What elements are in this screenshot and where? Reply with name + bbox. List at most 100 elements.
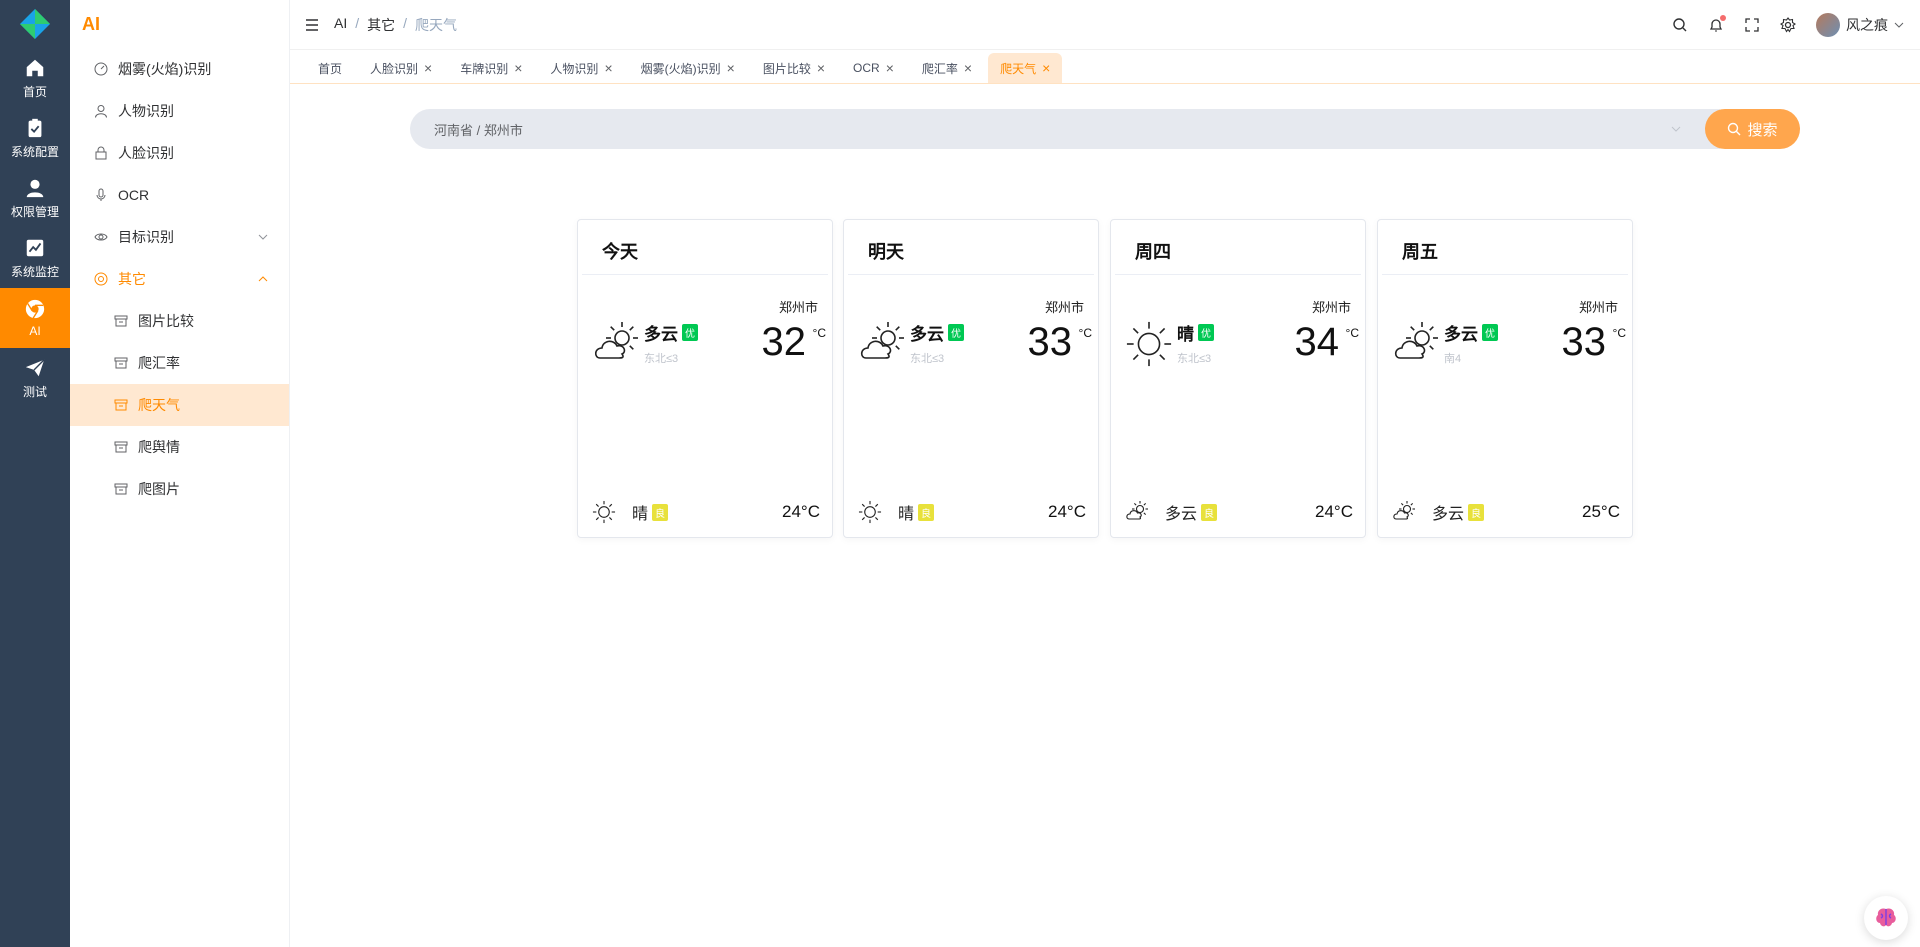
tag-smoke[interactable]: 烟雾(火焰)识别 × <box>629 53 747 83</box>
rail-label: 系统配置 <box>10 144 59 159</box>
sidebar-item-person[interactable]: 人物识别 <box>70 90 289 132</box>
partly-cloudy-icon <box>858 320 906 368</box>
close-icon[interactable]: × <box>964 60 972 76</box>
low-temperature: 24°C <box>782 502 820 521</box>
sidebar-item-label: 爬汇率 <box>138 355 180 371</box>
card-night-row: 多云 良 24°C <box>1125 500 1353 524</box>
card-title: 明天 <box>868 242 904 262</box>
close-icon[interactable]: × <box>424 60 432 76</box>
sun-icon <box>592 500 616 524</box>
chart-icon <box>26 239 44 256</box>
left-rail: 首页 系统配置 权限管理 系统监控 AI 测试 <box>0 0 70 947</box>
sidebar: AI 烟雾(火焰)识别 人物识别 人脸识别 OCR 目标识别 其它 图片比较 爬… <box>70 0 290 947</box>
tag-label: 烟雾(火焰)识别 <box>640 61 721 76</box>
assistant-float-button[interactable] <box>1864 896 1908 940</box>
close-icon[interactable]: × <box>604 60 612 76</box>
sidebar-item-target[interactable]: 目标识别 <box>70 216 289 258</box>
fullscreen-icon[interactable] <box>1744 17 1760 33</box>
rail-item-system-config[interactable]: 系统配置 <box>0 108 70 168</box>
gear-icon[interactable] <box>1780 17 1796 33</box>
breadcrumb-separator: / <box>355 14 360 31</box>
close-icon[interactable]: × <box>1042 60 1050 76</box>
sidebar-item-label: 烟雾(火焰)识别 <box>118 61 212 77</box>
card-night-row: 晴 良 24°C <box>858 500 1086 524</box>
rail-item-home[interactable]: 首页 <box>0 48 70 108</box>
city-search: 河南省 / 郑州市 搜索 <box>410 109 1800 149</box>
low-temperature: 24°C <box>1048 502 1086 521</box>
sidebar-sub-exchange-rate[interactable]: 爬汇率 <box>70 342 289 384</box>
search-button[interactable]: 搜索 <box>1705 109 1800 149</box>
card-title: 周五 <box>1402 242 1438 262</box>
weather-desc: 多云 <box>1444 325 1478 344</box>
sidebar-sub-images[interactable]: 爬图片 <box>70 468 289 510</box>
chevron-down-icon <box>1671 126 1681 132</box>
close-icon[interactable]: × <box>727 60 735 76</box>
night-weather-desc: 多云 <box>1432 506 1465 523</box>
card-divider <box>848 274 1094 275</box>
tag-label: 爬汇率 <box>921 61 958 76</box>
temperature-unit: °C <box>1078 326 1092 340</box>
partly-cloudy-icon <box>1392 500 1416 524</box>
city-select[interactable]: 河南省 / 郑州市 <box>410 109 1720 149</box>
rail-label: 系统监控 <box>10 264 59 279</box>
sidebar-item-smoke[interactable]: 烟雾(火焰)识别 <box>70 48 289 90</box>
notification-dot <box>1720 15 1726 21</box>
clipboard-icon <box>28 118 42 137</box>
close-icon[interactable]: × <box>886 60 894 76</box>
sun-icon <box>1125 320 1173 368</box>
card-city: 郑州市 <box>778 300 818 315</box>
tag-face[interactable]: 人脸识别 × <box>358 53 444 83</box>
chevron-down-icon <box>1894 22 1904 28</box>
aqi-badge: 良 <box>1201 503 1218 521</box>
rail-item-ai[interactable]: AI <box>0 288 70 348</box>
sidebar-item-label: OCR <box>118 187 150 203</box>
close-icon[interactable]: × <box>817 60 825 76</box>
close-icon[interactable]: × <box>514 60 522 76</box>
card-temperature: 33 <box>1561 320 1607 364</box>
chevron-up-icon <box>258 276 268 282</box>
tag-home[interactable]: 首页 <box>306 53 354 83</box>
partly-cloudy-icon <box>592 320 640 368</box>
breadcrumb-item[interactable]: AI <box>334 15 347 35</box>
tag-plate[interactable]: 车牌识别 × <box>448 53 534 83</box>
sidebar-sub-weather[interactable]: 爬天气 <box>70 384 289 426</box>
sidebar-title: AI <box>82 13 100 34</box>
temperature-unit: °C <box>1345 326 1359 340</box>
tag-exchange-rate[interactable]: 爬汇率 × <box>910 53 984 83</box>
sidebar-item-other[interactable]: 其它 <box>70 258 289 300</box>
bell-icon[interactable] <box>1708 15 1726 33</box>
sidebar-item-ocr[interactable]: OCR <box>70 174 289 216</box>
breadcrumb-item[interactable]: 其它 <box>367 15 395 35</box>
sidebar-item-label: 图片比较 <box>138 313 194 329</box>
weather-card: 周五 郑州市 多云 优 南4 33 °C 多云 良 25°C <box>1377 219 1633 538</box>
sidebar-item-label: 爬图片 <box>138 481 180 497</box>
chrome-icon <box>94 272 108 286</box>
night-weather-desc: 多云 <box>1165 506 1198 523</box>
tag-image-compare[interactable]: 图片比较 × <box>751 53 837 83</box>
user-menu[interactable]: 风之痕 <box>1816 13 1904 37</box>
tag-weather[interactable]: 爬天气 × <box>988 53 1063 83</box>
logo <box>0 0 70 48</box>
rail-item-test[interactable]: 测试 <box>0 348 70 408</box>
header: AI / 其它 / 爬天气 风之痕 <box>290 0 1920 50</box>
card-temperature: 32 <box>761 320 807 364</box>
sidebar-sub-image-compare[interactable]: 图片比较 <box>70 300 289 342</box>
menu-toggle-icon[interactable] <box>304 17 320 33</box>
tag-label: 人物识别 <box>550 61 599 76</box>
user-icon <box>26 179 44 197</box>
tag-ocr[interactable]: OCR × <box>841 53 906 83</box>
home-icon <box>26 59 44 76</box>
weather-card: 周四 郑州市 晴 优 东北≤3 34 °C 多云 良 24°C <box>1110 219 1366 538</box>
rail-item-monitor[interactable]: 系统监控 <box>0 228 70 288</box>
tag-person[interactable]: 人物识别 × <box>538 53 624 83</box>
temperature-unit: °C <box>812 326 826 340</box>
chrome-icon <box>25 299 45 319</box>
search-icon[interactable] <box>1672 17 1688 33</box>
lock-icon <box>94 146 108 160</box>
sidebar-sub-public-opinion[interactable]: 爬舆情 <box>70 426 289 468</box>
weather-desc: 多云 <box>644 325 678 344</box>
tag-label: 爬天气 <box>1000 61 1037 76</box>
card-weather-desc: 多云 优 <box>644 320 698 345</box>
rail-item-permission[interactable]: 权限管理 <box>0 168 70 228</box>
sidebar-item-face[interactable]: 人脸识别 <box>70 132 289 174</box>
